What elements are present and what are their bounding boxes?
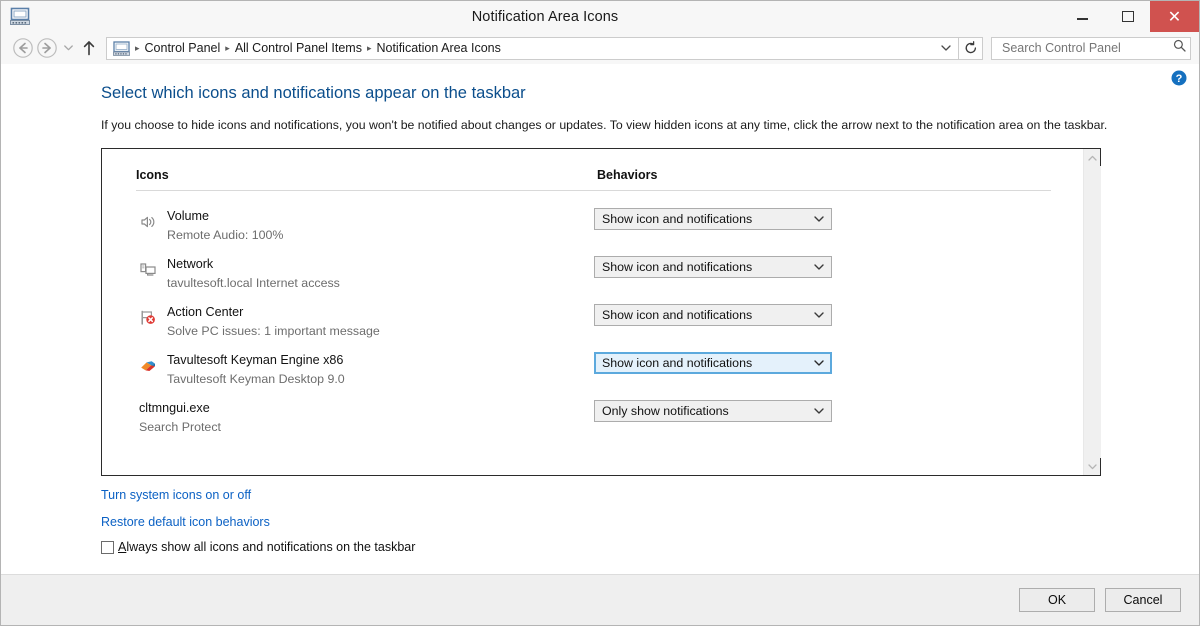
turn-system-icons-link[interactable]: Turn system icons on or off bbox=[101, 488, 251, 502]
chevron-down-icon bbox=[811, 214, 827, 225]
table-row[interactable]: Network tavultesoft.local Internet acces… bbox=[102, 255, 1083, 303]
table-row[interactable]: Tavultesoft Keyman Engine x86 Tavultesof… bbox=[102, 351, 1083, 399]
behavior-dropdown-volume[interactable]: Show icon and notifications bbox=[594, 208, 832, 230]
row-subtitle: Solve PC issues: 1 important message bbox=[167, 324, 380, 338]
row-subtitle: Tavultesoft Keyman Desktop 9.0 bbox=[167, 372, 345, 386]
scroll-up-button[interactable] bbox=[1084, 149, 1101, 166]
help-icon[interactable]: ? bbox=[1171, 70, 1187, 86]
chevron-down-icon bbox=[63, 45, 73, 51]
minimize-button[interactable] bbox=[1060, 1, 1105, 32]
up-arrow-icon bbox=[83, 41, 95, 56]
behavior-dropdown-network[interactable]: Show icon and notifications bbox=[594, 256, 832, 278]
chevron-down-icon bbox=[811, 358, 827, 369]
row-name: Volume bbox=[167, 209, 210, 223]
close-icon: ✕ bbox=[1167, 6, 1182, 26]
always-show-checkbox[interactable] bbox=[101, 540, 114, 554]
behavior-value: Show icon and notifications bbox=[602, 212, 753, 226]
page-description: If you choose to hide icons and notifica… bbox=[101, 118, 1108, 132]
restore-default-behaviors-link[interactable]: Restore default icon behaviors bbox=[101, 515, 270, 529]
always-show-checkbox-label[interactable]: Always show all icons and notifications … bbox=[118, 540, 415, 554]
behavior-value: Show icon and notifications bbox=[602, 308, 753, 322]
chevron-down-icon bbox=[811, 262, 827, 273]
up-one-level-button[interactable] bbox=[77, 36, 101, 60]
breadcrumb-bar[interactable]: ▸ Control Panel ▸ All Control Panel Item… bbox=[106, 36, 959, 60]
close-button[interactable]: ✕ bbox=[1150, 1, 1199, 32]
behavior-dropdown-action-center[interactable]: Show icon and notifications bbox=[594, 304, 832, 326]
row-name: Network bbox=[167, 257, 214, 271]
page-title: Select which icons and notifications app… bbox=[101, 84, 526, 102]
row-subtitle: tavultesoft.local Internet access bbox=[167, 276, 340, 290]
maximize-icon bbox=[1121, 11, 1134, 22]
window-controls: ✕ bbox=[1060, 1, 1199, 32]
minimize-icon bbox=[1077, 18, 1088, 20]
breadcrumb-all-control-panel-items[interactable]: All Control Panel Items bbox=[232, 41, 365, 55]
checkbox-label-rest: lways show all icons and notifications o… bbox=[126, 540, 416, 554]
chevron-down-icon bbox=[811, 310, 827, 321]
refresh-button[interactable] bbox=[959, 36, 983, 60]
row-name: cltmngui.exe bbox=[139, 401, 210, 415]
volume-icon bbox=[139, 213, 157, 231]
action-center-icon bbox=[139, 309, 157, 327]
chevron-down-icon bbox=[811, 406, 827, 417]
column-header-icons: Icons bbox=[136, 168, 169, 182]
scroll-down-button[interactable] bbox=[1084, 458, 1101, 475]
breadcrumb-separator-0[interactable]: ▸ bbox=[133, 43, 142, 54]
always-show-checkbox-row[interactable]: Always show all icons and notifications … bbox=[101, 540, 415, 554]
icons-list-inner: Icons Behaviors Volume Remote Audio: 100… bbox=[102, 149, 1083, 475]
behavior-value: Only show notifications bbox=[602, 404, 729, 418]
row-subtitle: Remote Audio: 100% bbox=[167, 228, 284, 242]
ok-button[interactable]: OK bbox=[1019, 588, 1095, 612]
breadcrumb-control-panel[interactable]: Control Panel bbox=[142, 41, 224, 55]
forward-arrow-icon bbox=[37, 38, 57, 58]
breadcrumb-separator-2[interactable]: ▸ bbox=[365, 43, 374, 54]
behavior-dropdown-cltmngui[interactable]: Only show notifications bbox=[594, 400, 832, 422]
back-arrow-icon bbox=[13, 38, 33, 58]
refresh-icon bbox=[965, 41, 976, 54]
forward-button[interactable] bbox=[35, 36, 59, 60]
behavior-dropdown-keyman[interactable]: Show icon and notifications bbox=[594, 352, 832, 374]
search-input[interactable] bbox=[1000, 40, 1173, 56]
maximize-button[interactable] bbox=[1105, 1, 1150, 32]
svg-text:?: ? bbox=[1176, 73, 1183, 85]
notification-area-icons-window: Notification Area Icons ✕ ▸ Control Pane… bbox=[0, 0, 1200, 626]
control-panel-icon bbox=[10, 7, 30, 25]
behavior-value: Show icon and notifications bbox=[602, 260, 753, 274]
behavior-value: Show icon and notifications bbox=[602, 356, 753, 370]
control-panel-crumb-icon[interactable] bbox=[113, 40, 130, 56]
table-row[interactable]: cltmngui.exe Search Protect Only show no… bbox=[102, 399, 1083, 447]
address-bar: ▸ Control Panel ▸ All Control Panel Item… bbox=[1, 32, 1199, 64]
window-title: Notification Area Icons bbox=[471, 8, 619, 25]
table-row[interactable]: Volume Remote Audio: 100% Show icon and … bbox=[102, 207, 1083, 255]
vertical-scrollbar[interactable] bbox=[1083, 149, 1101, 475]
search-box[interactable] bbox=[991, 36, 1191, 60]
cancel-button[interactable]: Cancel bbox=[1105, 588, 1181, 612]
breadcrumb-dropdown-icon[interactable] bbox=[936, 43, 956, 54]
dialog-footer: OK Cancel bbox=[1, 574, 1199, 625]
recent-locations-button[interactable] bbox=[59, 37, 77, 59]
row-name: Tavultesoft Keyman Engine x86 bbox=[167, 353, 344, 367]
title-bar: Notification Area Icons ✕ bbox=[1, 1, 1199, 32]
search-icon[interactable] bbox=[1173, 39, 1186, 57]
header-divider bbox=[136, 190, 1051, 191]
row-subtitle: Search Protect bbox=[139, 420, 221, 434]
scrollbar-track[interactable] bbox=[1083, 166, 1101, 458]
keyman-icon bbox=[139, 357, 157, 375]
content-area: ? Select which icons and notifications a… bbox=[1, 64, 1199, 574]
table-row[interactable]: Action Center Solve PC issues: 1 importa… bbox=[102, 303, 1083, 351]
row-name: Action Center bbox=[167, 305, 244, 319]
breadcrumb-separator-1[interactable]: ▸ bbox=[223, 43, 232, 54]
breadcrumb-notification-area-icons[interactable]: Notification Area Icons bbox=[373, 41, 503, 55]
back-button[interactable] bbox=[11, 36, 35, 60]
column-header-behaviors: Behaviors bbox=[597, 168, 658, 182]
icons-list-panel: Icons Behaviors Volume Remote Audio: 100… bbox=[101, 148, 1101, 476]
network-icon bbox=[139, 261, 157, 279]
